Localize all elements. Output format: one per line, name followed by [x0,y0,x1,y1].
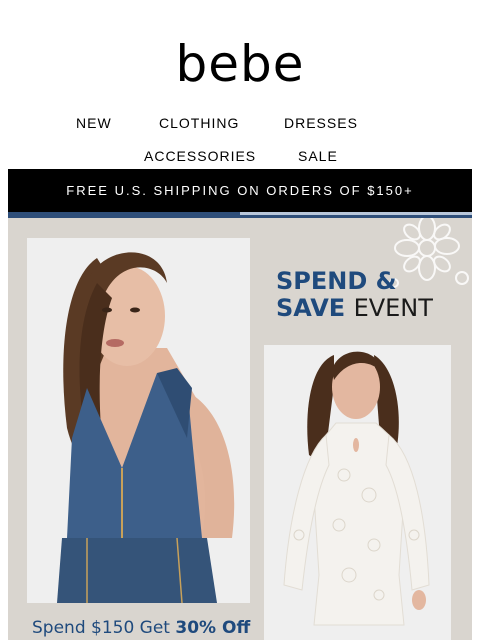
shipping-banner[interactable]: FREE U.S. SHIPPING ON ORDERS OF $150+ [8,169,472,212]
denim-dress-model-photo[interactable] [27,238,250,603]
nav-item-new[interactable]: NEW [76,115,112,131]
accent-divider-light [240,212,472,215]
headline-line2: SAVE EVENT [276,295,466,322]
promo-hero[interactable]: SPEND & SAVE EVENT Spend $150 Get 30% Of… [8,218,472,640]
headline-save: SAVE [276,294,346,322]
offer-text: Spend $150 Get 30% Off [32,618,250,638]
nav-item-sale[interactable]: SALE [298,148,338,164]
brand-logo[interactable]: bebe [0,38,480,90]
spend-save-headline: SPEND & SAVE EVENT [276,268,466,322]
offer-prefix: Spend $150 Get [32,618,170,638]
denim-dress-model-illustration [57,252,235,603]
offer-discount: 30% Off [175,618,251,638]
nav-item-accessories[interactable]: ACCESSORIES [144,148,256,164]
headline-event: EVENT [353,294,433,322]
nav-item-clothing[interactable]: CLOTHING [159,115,239,131]
lace-dress-model-photo[interactable] [264,345,451,640]
nav-item-dresses[interactable]: DRESSES [284,115,358,131]
headline-line1: SPEND & [276,267,397,295]
lace-dress-model-illustration [283,351,430,626]
